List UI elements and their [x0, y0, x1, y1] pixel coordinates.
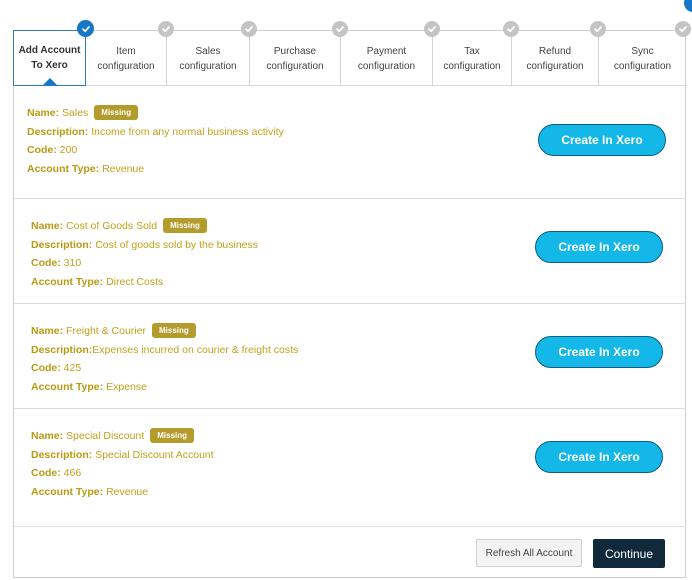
account-type: Revenue	[102, 162, 145, 175]
missing-badge: Missing	[150, 428, 195, 443]
account-name: Freight & Courier	[66, 325, 146, 337]
account-row-freight-courier: Name: Freight & Courier Missing Descripti…	[14, 304, 686, 409]
account-code: 425	[63, 362, 82, 374]
description-label: Description:	[27, 125, 89, 138]
step-label: configuration	[179, 60, 237, 72]
step-label: configuration	[526, 60, 584, 72]
step-label: To Xero	[31, 60, 68, 71]
account-type: Expense	[106, 380, 147, 393]
account-details: Name: Cost of Goods Sold Missing Descript…	[31, 217, 258, 291]
step-label: configuration	[443, 60, 501, 72]
account-type-label: Account Type:	[31, 485, 104, 498]
account-row-cost-of-goods-sold: Name: Cost of Goods Sold Missing Descript…	[14, 199, 686, 304]
account-details: Name: Sales Missing Description: Income f…	[27, 104, 284, 178]
missing-badge: Missing	[151, 323, 196, 338]
step-tax-configuration[interactable]: Tax configuration	[433, 21, 519, 86]
account-code: 310	[63, 257, 82, 269]
step-sales-configuration[interactable]: Sales configuration	[167, 21, 257, 86]
step-label: Tax	[464, 45, 480, 57]
code-label: Code:	[31, 467, 61, 479]
step-label: Item	[116, 45, 136, 57]
account-name: Cost of Goods Sold	[66, 220, 158, 232]
account-type-label: Account Type:	[31, 275, 104, 288]
code-label: Code:	[31, 362, 61, 374]
step-label: Payment	[366, 45, 407, 57]
create-in-xero-button[interactable]: Create In Xero	[535, 336, 663, 368]
account-type: Revenue	[106, 485, 149, 498]
active-step-caret-icon	[42, 78, 57, 85]
account-row-sales: Name: Sales Missing Description: Income f…	[14, 86, 686, 199]
description-label: Description:	[31, 343, 93, 356]
name-label: Name:	[27, 107, 60, 119]
account-details: Name: Special Discount Missing Descriptio…	[31, 427, 214, 501]
corner-status-dot	[684, 0, 692, 12]
check-circle-icon	[424, 21, 440, 37]
name-label: Name:	[31, 430, 64, 442]
continue-button[interactable]: Continue	[593, 539, 665, 568]
step-label: Purchase	[273, 45, 317, 57]
account-code: 200	[59, 144, 78, 156]
account-list: Name: Sales Missing Description: Income f…	[14, 86, 686, 514]
account-details: Name: Freight & Courier Missing Descripti…	[31, 322, 298, 396]
step-refund-configuration[interactable]: Refund configuration	[512, 21, 606, 86]
step-label: configuration	[266, 60, 324, 72]
step-label: configuration	[357, 60, 416, 72]
wizard-footer: Refresh All Account Continue	[14, 526, 686, 578]
wizard-steps: Add Account To Xero Item configuration Sal…	[13, 20, 691, 86]
step-label: Add Account	[18, 45, 81, 56]
account-type-label: Account Type:	[31, 380, 104, 393]
name-label: Name:	[31, 220, 64, 232]
xero-setup-wizard: Add Account To Xero Item configuration Sal…	[13, 20, 691, 578]
step-label: configuration	[613, 60, 672, 72]
code-label: Code:	[27, 144, 57, 156]
account-description: Cost of goods sold by the business	[95, 238, 259, 251]
name-label: Name:	[31, 325, 64, 337]
missing-badge: Missing	[163, 218, 207, 233]
account-row-special-discount: Name: Special Discount Missing Descriptio…	[14, 409, 686, 514]
step-label: Sales	[195, 45, 221, 57]
check-circle-icon	[77, 20, 94, 37]
account-type-label: Account Type:	[27, 162, 100, 175]
account-description: Expenses incurred on courier & freight c…	[92, 343, 299, 356]
check-circle-icon	[503, 21, 519, 37]
check-circle-icon	[158, 21, 174, 37]
check-circle-icon	[675, 21, 691, 37]
step-purchase-configuration[interactable]: Purchase configuration	[250, 21, 348, 86]
account-name: Sales	[62, 107, 89, 119]
missing-badge: Missing	[94, 105, 139, 120]
create-in-xero-button[interactable]: Create In Xero	[535, 441, 663, 473]
step-item-configuration[interactable]: Item configuration	[86, 21, 174, 86]
check-circle-icon	[332, 21, 348, 37]
step-sync-configuration[interactable]: Sync configuration	[599, 21, 691, 86]
step-label: configuration	[97, 60, 155, 72]
account-description: Income from any normal business activity	[91, 125, 284, 138]
account-description: Special Discount Account	[95, 448, 214, 461]
refresh-all-account-button[interactable]: Refresh All Account	[476, 539, 582, 567]
account-name: Special Discount	[66, 430, 145, 442]
step-add-account-to-xero[interactable]: Add Account To Xero	[13, 20, 94, 86]
description-label: Description:	[31, 238, 93, 251]
account-type: Direct Costs	[106, 275, 164, 288]
create-in-xero-button[interactable]: Create In Xero	[538, 124, 666, 156]
step-payment-configuration[interactable]: Payment configuration	[341, 21, 440, 86]
code-label: Code:	[31, 257, 61, 269]
description-label: Description:	[31, 448, 93, 461]
step-label: Sync	[631, 45, 654, 57]
account-code: 466	[63, 467, 82, 479]
step-label: Refund	[538, 45, 572, 57]
check-circle-icon	[241, 21, 257, 37]
create-in-xero-button[interactable]: Create In Xero	[535, 231, 663, 263]
check-circle-icon	[590, 21, 606, 37]
